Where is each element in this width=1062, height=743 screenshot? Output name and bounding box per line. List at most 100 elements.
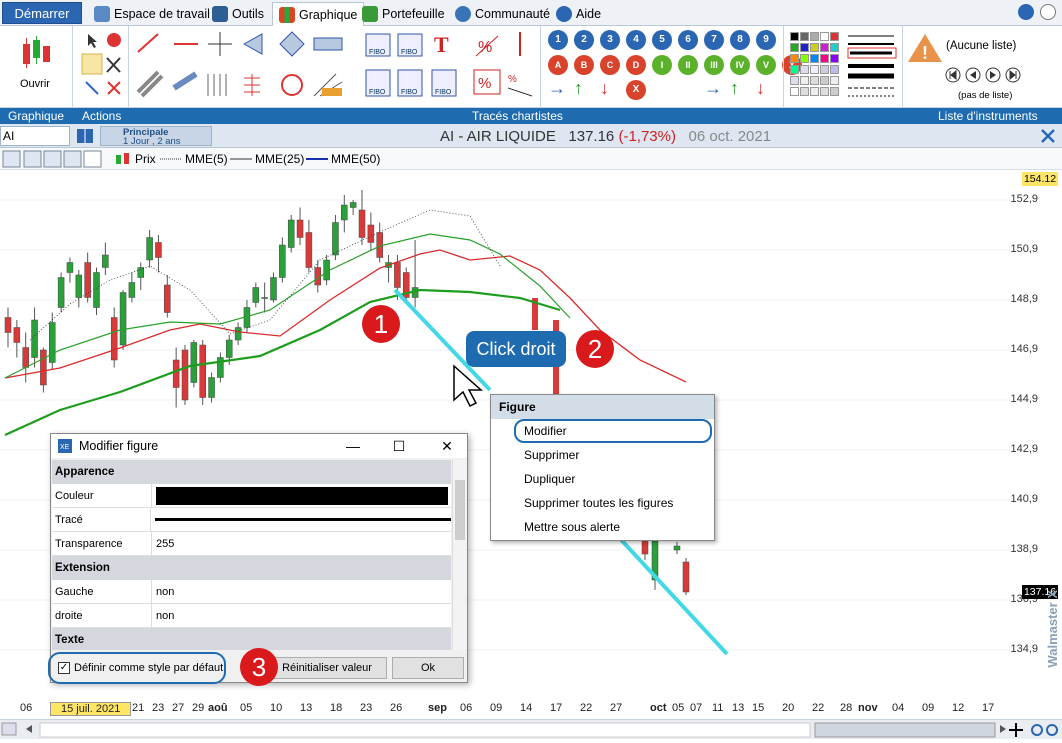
- palette-swatch[interactable]: [830, 87, 839, 96]
- actions-tools[interactable]: [80, 30, 125, 102]
- candlestick-open-icon[interactable]: [20, 34, 52, 70]
- legend-mme50[interactable]: MME(50): [306, 152, 380, 166]
- marker-letter-D[interactable]: D: [626, 55, 646, 75]
- palette-swatch[interactable]: [800, 87, 809, 96]
- legend-mme5[interactable]: MME(5): [160, 152, 228, 166]
- chevron-down-icon[interactable]: [1040, 4, 1056, 20]
- arrow-marker-icon[interactable]: ↑: [730, 78, 739, 99]
- open-label[interactable]: Ouvrir: [20, 78, 50, 90]
- ok-button[interactable]: Ok: [392, 657, 464, 679]
- drawing-tools[interactable]: [134, 30, 354, 102]
- menu-supprimer-toutes[interactable]: Supprimer toutes les figures: [491, 491, 714, 515]
- marker-letter-B[interactable]: B: [574, 55, 594, 75]
- marker-number-5[interactable]: 5: [652, 30, 672, 50]
- menu-workspace[interactable]: Espace de travail: [94, 4, 210, 24]
- menu-supprimer[interactable]: Supprimer: [491, 443, 714, 467]
- marker-number-4[interactable]: 4: [626, 30, 646, 50]
- palette-swatch[interactable]: [790, 87, 799, 96]
- marker-letter-C[interactable]: C: [600, 55, 620, 75]
- list-navigation[interactable]: [944, 66, 1024, 84]
- marker-letter-IV[interactable]: IV: [730, 55, 750, 75]
- palette-swatch[interactable]: [810, 54, 819, 63]
- marker-letter-I[interactable]: I: [652, 55, 672, 75]
- palette-swatch[interactable]: [830, 43, 839, 52]
- color-swatch[interactable]: [156, 487, 448, 505]
- menu-community[interactable]: Communauté: [455, 4, 550, 24]
- prop-droite-value[interactable]: non: [152, 604, 451, 627]
- start-button[interactable]: Démarrer: [2, 2, 82, 24]
- reset-button[interactable]: Réinitialiser valeur d'origine: [267, 657, 387, 679]
- palette-swatch[interactable]: [810, 87, 819, 96]
- line-style-preview[interactable]: [155, 518, 451, 521]
- prop-trace[interactable]: Tracé: [52, 508, 451, 532]
- palette-swatch[interactable]: [790, 65, 799, 74]
- horizontal-scrollbar[interactable]: [0, 719, 1062, 739]
- palette-swatch[interactable]: [830, 32, 839, 41]
- scroll-track[interactable]: [0, 720, 1062, 740]
- palette-swatch[interactable]: [790, 32, 799, 41]
- marker-number-1[interactable]: 1: [548, 30, 568, 50]
- arrow-marker-icon[interactable]: ↓: [756, 78, 765, 99]
- list-name[interactable]: (Aucune liste): [946, 40, 1016, 52]
- palette-swatch[interactable]: [800, 76, 809, 85]
- menu-modifier[interactable]: Modifier: [514, 419, 712, 443]
- color-palette[interactable]: [788, 30, 842, 102]
- palette-swatch[interactable]: [820, 43, 829, 52]
- prop-gauche-value[interactable]: non: [152, 580, 451, 603]
- prop-couleur[interactable]: Couleur: [52, 484, 451, 508]
- percent-tools[interactable]: % % %: [468, 30, 540, 102]
- marker-letter-V[interactable]: V: [756, 55, 776, 75]
- palette-swatch[interactable]: [800, 65, 809, 74]
- palette-swatch[interactable]: [830, 54, 839, 63]
- prop-droite[interactable]: droite non: [52, 604, 451, 628]
- marker-number-2[interactable]: 2: [574, 30, 594, 50]
- marker-letter-III[interactable]: III: [704, 55, 724, 75]
- prop-gauche[interactable]: Gauche non: [52, 580, 451, 604]
- palette-swatch[interactable]: [810, 32, 819, 41]
- prop-transparence-value[interactable]: 255: [152, 532, 451, 555]
- settings-tools-icon[interactable]: [1040, 128, 1056, 144]
- help-circle-icon[interactable]: [1018, 4, 1034, 20]
- palette-swatch[interactable]: [820, 54, 829, 63]
- close-icon[interactable]: ✕: [435, 434, 459, 458]
- arrow-marker-icon[interactable]: ↑: [574, 78, 583, 99]
- marker-number-7[interactable]: 7: [704, 30, 724, 50]
- palette-swatch[interactable]: [790, 54, 799, 63]
- palette-swatch[interactable]: [820, 32, 829, 41]
- minimize-icon[interactable]: —: [341, 434, 365, 458]
- arrow-marker-icon[interactable]: →: [548, 78, 566, 99]
- arrow-marker-icon[interactable]: ↓: [600, 78, 609, 99]
- palette-swatch[interactable]: [810, 76, 819, 85]
- legend-prix[interactable]: Prix: [114, 152, 156, 166]
- menu-chart[interactable]: Graphique: [272, 2, 365, 26]
- palette-swatch[interactable]: [790, 43, 799, 52]
- marker-letter-A[interactable]: A: [548, 55, 568, 75]
- palette-swatch[interactable]: [800, 32, 809, 41]
- symbol-input[interactable]: AI: [0, 126, 70, 146]
- marker-number-8[interactable]: 8: [730, 30, 750, 50]
- palette-swatch[interactable]: [820, 65, 829, 74]
- book-icon[interactable]: [76, 128, 94, 144]
- chart-toolbar[interactable]: [2, 150, 102, 168]
- palette-swatch[interactable]: [810, 65, 819, 74]
- default-style-checkbox[interactable]: ✓ Définir comme style par défaut: [48, 652, 226, 684]
- palette-swatch[interactable]: [820, 76, 829, 85]
- menu-dupliquer[interactable]: Dupliquer: [491, 467, 714, 491]
- menu-mettre-sous-alerte[interactable]: Mettre sous alerte: [491, 515, 714, 539]
- marker-number-3[interactable]: 3: [600, 30, 620, 50]
- maximize-icon[interactable]: ☐: [387, 434, 411, 458]
- property-scrollbar[interactable]: [452, 460, 467, 650]
- marker-x-icon[interactable]: X: [626, 80, 646, 100]
- palette-swatch[interactable]: [810, 43, 819, 52]
- palette-swatch[interactable]: [820, 87, 829, 96]
- menu-help[interactable]: Aide: [556, 4, 601, 24]
- marker-number-9[interactable]: 9: [756, 30, 776, 50]
- prop-transparence[interactable]: Transparence 255: [52, 532, 451, 556]
- line-style-picker[interactable]: [846, 30, 898, 102]
- palette-swatch[interactable]: [800, 43, 809, 52]
- legend-mme25[interactable]: MME(25): [230, 152, 304, 166]
- menu-portfolio[interactable]: Portefeuille: [362, 4, 445, 24]
- arrow-marker-icon[interactable]: →: [704, 78, 722, 99]
- palette-swatch[interactable]: [830, 76, 839, 85]
- palette-swatch[interactable]: [800, 54, 809, 63]
